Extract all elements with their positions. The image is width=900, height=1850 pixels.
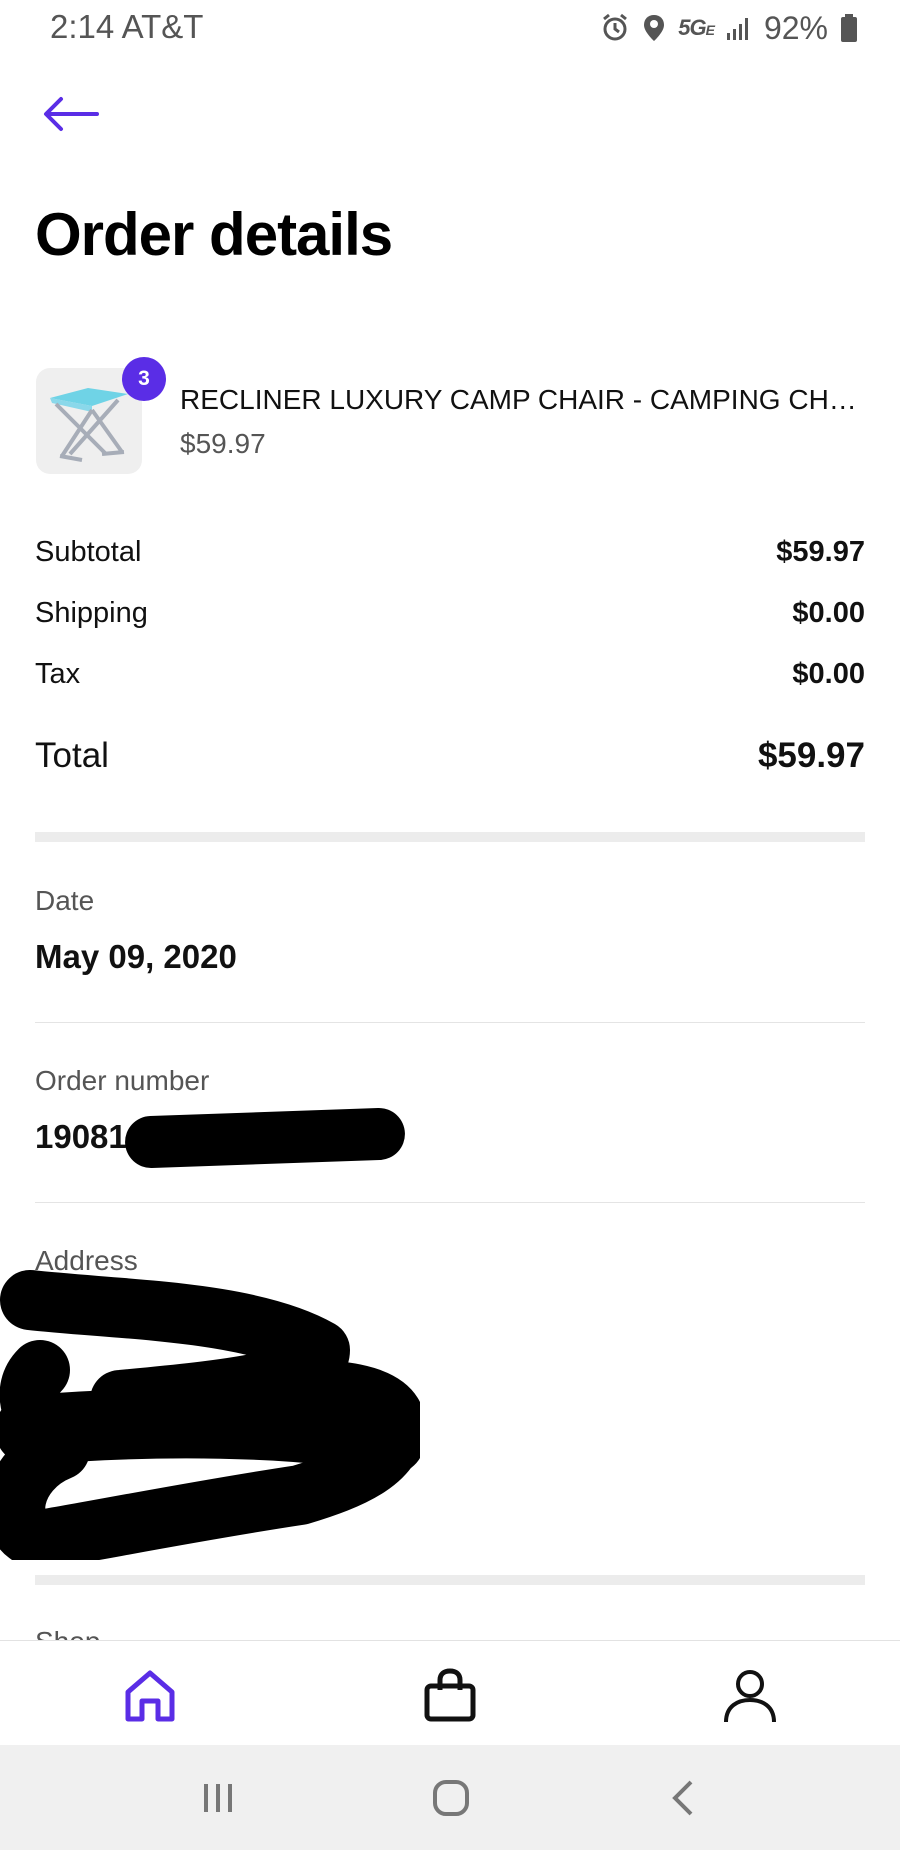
order-number-label: Order number: [35, 1065, 210, 1096]
total-row: Total $59.97: [35, 736, 865, 776]
page-title: Order details: [35, 201, 393, 268]
recent-apps-button[interactable]: [188, 1770, 248, 1826]
product-price: $59.97: [180, 428, 266, 459]
back-button[interactable]: [36, 88, 106, 140]
shopping-bag-icon: [424, 1668, 476, 1722]
status-icons: 5GE 92%: [600, 8, 858, 48]
system-back-button[interactable]: [655, 1770, 715, 1826]
redaction-mark: [124, 1107, 406, 1169]
alarm-icon: [600, 13, 630, 43]
battery-percent: 92%: [763, 9, 828, 46]
section-divider: [35, 832, 865, 842]
product-name[interactable]: RECLINER LUXURY CAMP CHAIR - CAMPING CHA…: [180, 384, 860, 416]
subtotal-value: $59.97: [776, 536, 865, 568]
nav-home-button[interactable]: [115, 1664, 185, 1728]
tax-label: Tax: [35, 658, 81, 690]
battery-icon: [840, 13, 858, 43]
shipping-value: $0.00: [792, 597, 865, 629]
address-redaction: [0, 1270, 420, 1560]
section-divider: [35, 1575, 865, 1585]
total-value: $59.97: [757, 736, 865, 775]
system-back-icon: [672, 1780, 693, 1816]
recent-apps-icon: [204, 1784, 232, 1812]
signal-icon: [726, 15, 752, 41]
date-label: Date: [35, 885, 95, 916]
tax-row: Tax $0.00: [35, 658, 865, 691]
status-time-carrier: 2:14 AT&T: [50, 8, 204, 45]
quantity-badge: 3: [122, 357, 166, 401]
shipping-row: Shipping $0.00: [35, 597, 865, 630]
profile-icon: [724, 1670, 776, 1723]
network-type: 5GE: [678, 15, 715, 40]
home-icon: [125, 1670, 175, 1722]
next-section-label: Shop: [35, 1626, 100, 1640]
shipping-label: Shipping: [35, 597, 148, 629]
home-circle-icon: [433, 1780, 469, 1816]
nav-shop-button[interactable]: [415, 1664, 485, 1728]
subtotal-label: Subtotal: [35, 536, 142, 568]
order-number-value: 19081: [35, 1118, 127, 1155]
divider: [35, 1022, 865, 1023]
date-value: May 09, 2020: [35, 938, 237, 975]
divider: [35, 1202, 865, 1203]
subtotal-row: Subtotal $59.97: [35, 536, 865, 569]
total-label: Total: [35, 736, 109, 775]
system-home-button[interactable]: [421, 1770, 481, 1826]
nav-profile-button[interactable]: [715, 1664, 785, 1728]
location-icon: [642, 13, 666, 43]
back-arrow-icon: [44, 97, 99, 131]
tax-value: $0.00: [792, 658, 865, 690]
